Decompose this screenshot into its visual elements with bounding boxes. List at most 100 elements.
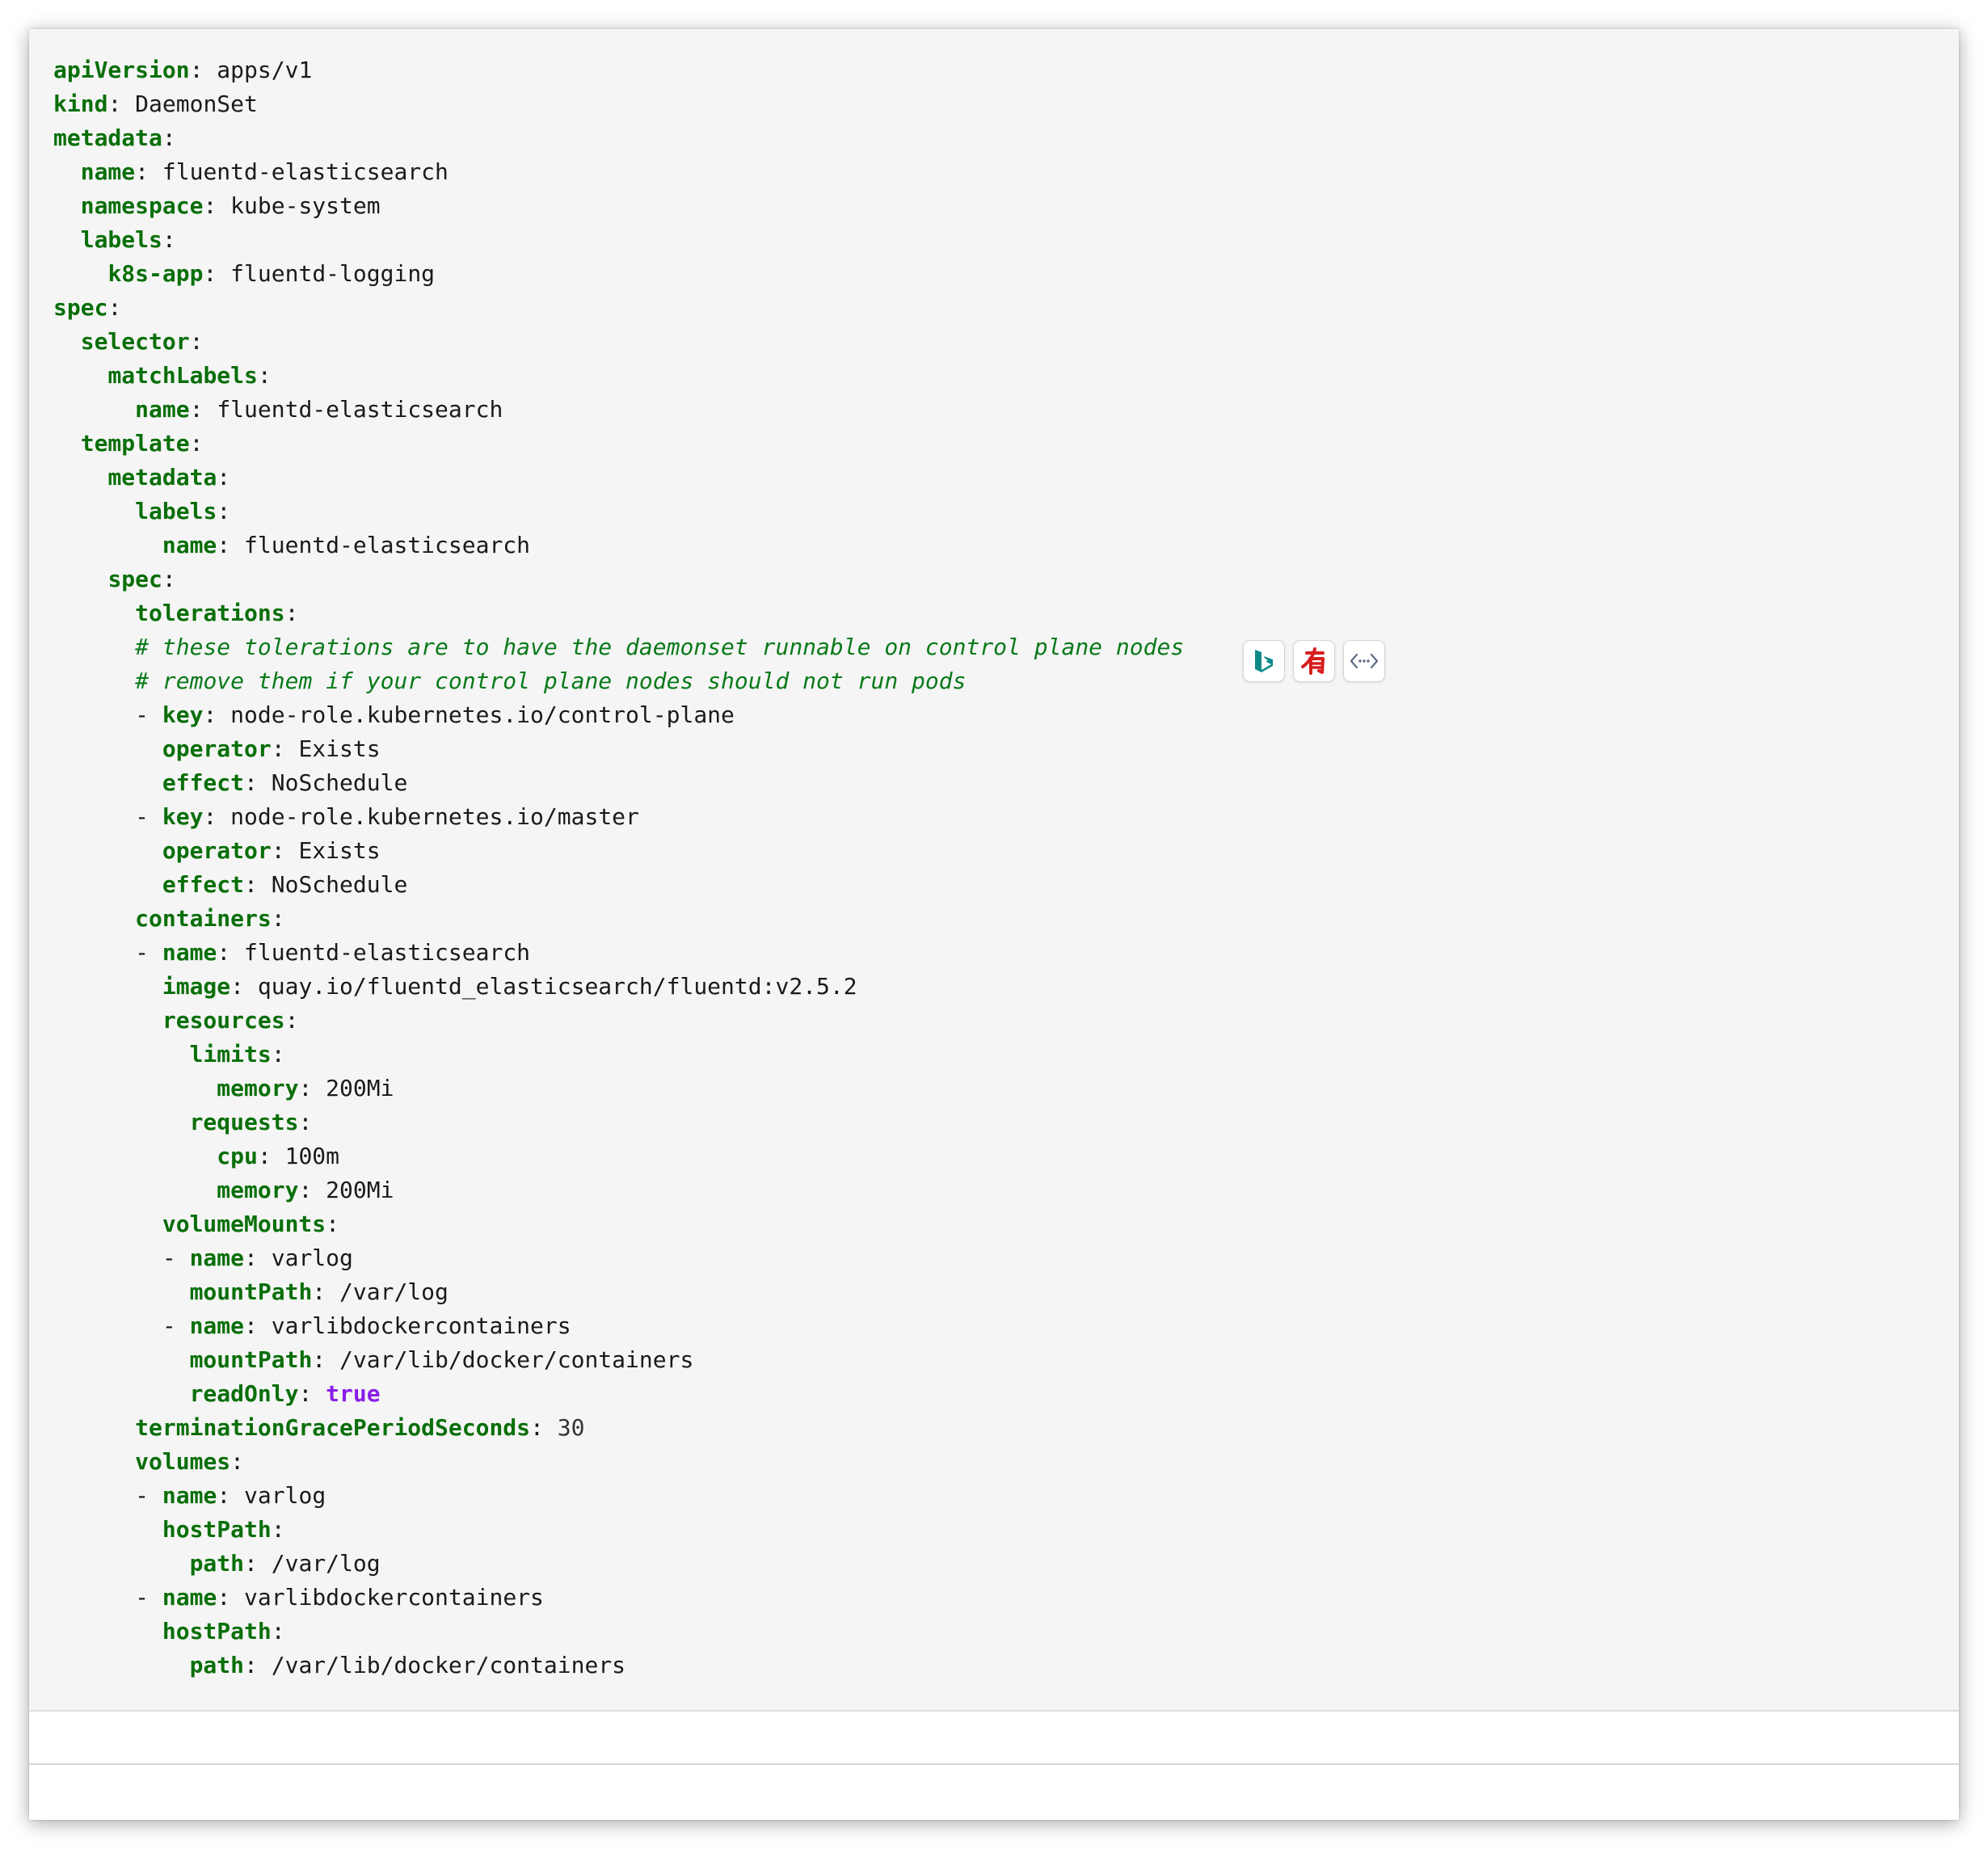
- yaml-value: quay.io/fluentd_elasticsearch/fluentd:v2…: [257, 973, 857, 1000]
- yaml-separator: :: [298, 1075, 326, 1101]
- code-line: # these tolerations are to have the daem…: [53, 630, 1184, 664]
- yaml-value: Exists: [298, 837, 381, 864]
- code-line: terminationGracePeriodSeconds: 30: [53, 1411, 1184, 1445]
- yaml-value: apps/v1: [217, 57, 313, 83]
- yaml-separator: :: [298, 1380, 326, 1407]
- yaml-separator: :: [244, 1652, 272, 1678]
- yaml-separator: :: [244, 769, 272, 796]
- yaml-separator: :: [107, 91, 136, 117]
- yaml-value: fluentd-elasticsearch: [244, 939, 531, 966]
- code-line: selector:: [53, 325, 1184, 359]
- code-line: spec:: [53, 291, 1184, 325]
- yaml-key: containers: [135, 905, 272, 932]
- yaml-value: 30: [557, 1414, 585, 1441]
- yaml-separator: :: [162, 124, 176, 151]
- translate-button[interactable]: [1243, 640, 1285, 682]
- yaml-value: varlibdockercontainers: [271, 1312, 571, 1339]
- yaml-separator: :: [271, 1516, 285, 1543]
- code-line: volumeMounts:: [53, 1207, 1184, 1241]
- code-line: requests:: [53, 1106, 1184, 1139]
- yaml-key: matchLabels: [107, 362, 258, 389]
- yaml-key: selector: [80, 328, 190, 355]
- list-dash: -: [135, 701, 162, 728]
- yaml-key: name: [162, 1584, 217, 1611]
- yaml-separator: :: [284, 600, 299, 626]
- yaml-value: fluentd-elasticsearch: [244, 532, 531, 558]
- code-line: resources:: [53, 1004, 1184, 1038]
- bing-translate-icon: [1255, 650, 1273, 672]
- code-line: - key: node-role.kubernetes.io/control-p…: [53, 698, 1184, 732]
- code-line: - name: varlibdockercontainers: [53, 1309, 1184, 1343]
- code-line: - name: fluentd-elasticsearch: [53, 936, 1184, 970]
- yaml-value: /var/lib/docker/containers: [339, 1346, 694, 1373]
- yaml-value: fluentd-elasticsearch: [217, 396, 503, 423]
- yaml-separator: :: [135, 158, 162, 185]
- footer-row: [29, 1712, 1959, 1765]
- dictionary-button[interactable]: [1293, 640, 1335, 682]
- yaml-value: Exists: [298, 735, 381, 762]
- yaml-value: /var/lib/docker/containers: [271, 1652, 626, 1678]
- yaml-key: key: [162, 701, 204, 728]
- yaml-separator: :: [298, 1109, 313, 1135]
- yaml-key: name: [135, 396, 190, 423]
- yaml-value: 200Mi: [326, 1075, 394, 1101]
- code-view-button[interactable]: [1343, 640, 1385, 682]
- yaml-separator: :: [244, 1312, 272, 1339]
- yaml-separator: :: [312, 1346, 340, 1373]
- yaml-separator: :: [530, 1414, 558, 1441]
- code-line: name: fluentd-elasticsearch: [53, 529, 1184, 562]
- yaml-value: kube-system: [230, 192, 381, 219]
- yaml-key: hostPath: [162, 1516, 272, 1543]
- yaml-value: NoSchedule: [271, 769, 408, 796]
- yaml-key: readOnly: [189, 1380, 299, 1407]
- yaml-value: 100m: [284, 1143, 340, 1169]
- yaml-key: operator: [162, 735, 272, 762]
- yaml-value: NoSchedule: [271, 871, 408, 898]
- yaml-key: spec: [107, 566, 162, 592]
- yaml-value: true: [326, 1380, 381, 1407]
- code-line: name: fluentd-elasticsearch: [53, 393, 1184, 427]
- code-comment: # remove them if your control plane node…: [135, 668, 967, 694]
- code-line: path: /var/log: [53, 1547, 1184, 1581]
- yaml-key: terminationGracePeriodSeconds: [135, 1414, 531, 1441]
- code-line: - name: varlibdockercontainers: [53, 1581, 1184, 1615]
- yaml-key: metadata: [107, 464, 217, 491]
- yaml-separator: :: [244, 871, 272, 898]
- yaml-key: metadata: [53, 124, 162, 151]
- yaml-value: /var/log: [271, 1550, 381, 1577]
- code-line: # remove them if your control plane node…: [53, 664, 1184, 698]
- yaml-separator: :: [271, 1618, 285, 1645]
- yaml-key: labels: [80, 226, 162, 253]
- yaml-separator: :: [244, 1245, 272, 1271]
- code-line: memory: 200Mi: [53, 1072, 1184, 1106]
- code-line: volumes:: [53, 1445, 1184, 1479]
- code-line: metadata:: [53, 461, 1184, 495]
- yaml-key: labels: [135, 498, 217, 524]
- yaml-separator: :: [203, 192, 231, 219]
- yaml-separator: :: [257, 362, 272, 389]
- yaml-separator: :: [189, 328, 204, 355]
- yaml-key: path: [189, 1652, 245, 1678]
- yaml-separator: :: [203, 701, 231, 728]
- code-line: - key: node-role.kubernetes.io/master: [53, 800, 1184, 834]
- yaml-key: name: [162, 939, 217, 966]
